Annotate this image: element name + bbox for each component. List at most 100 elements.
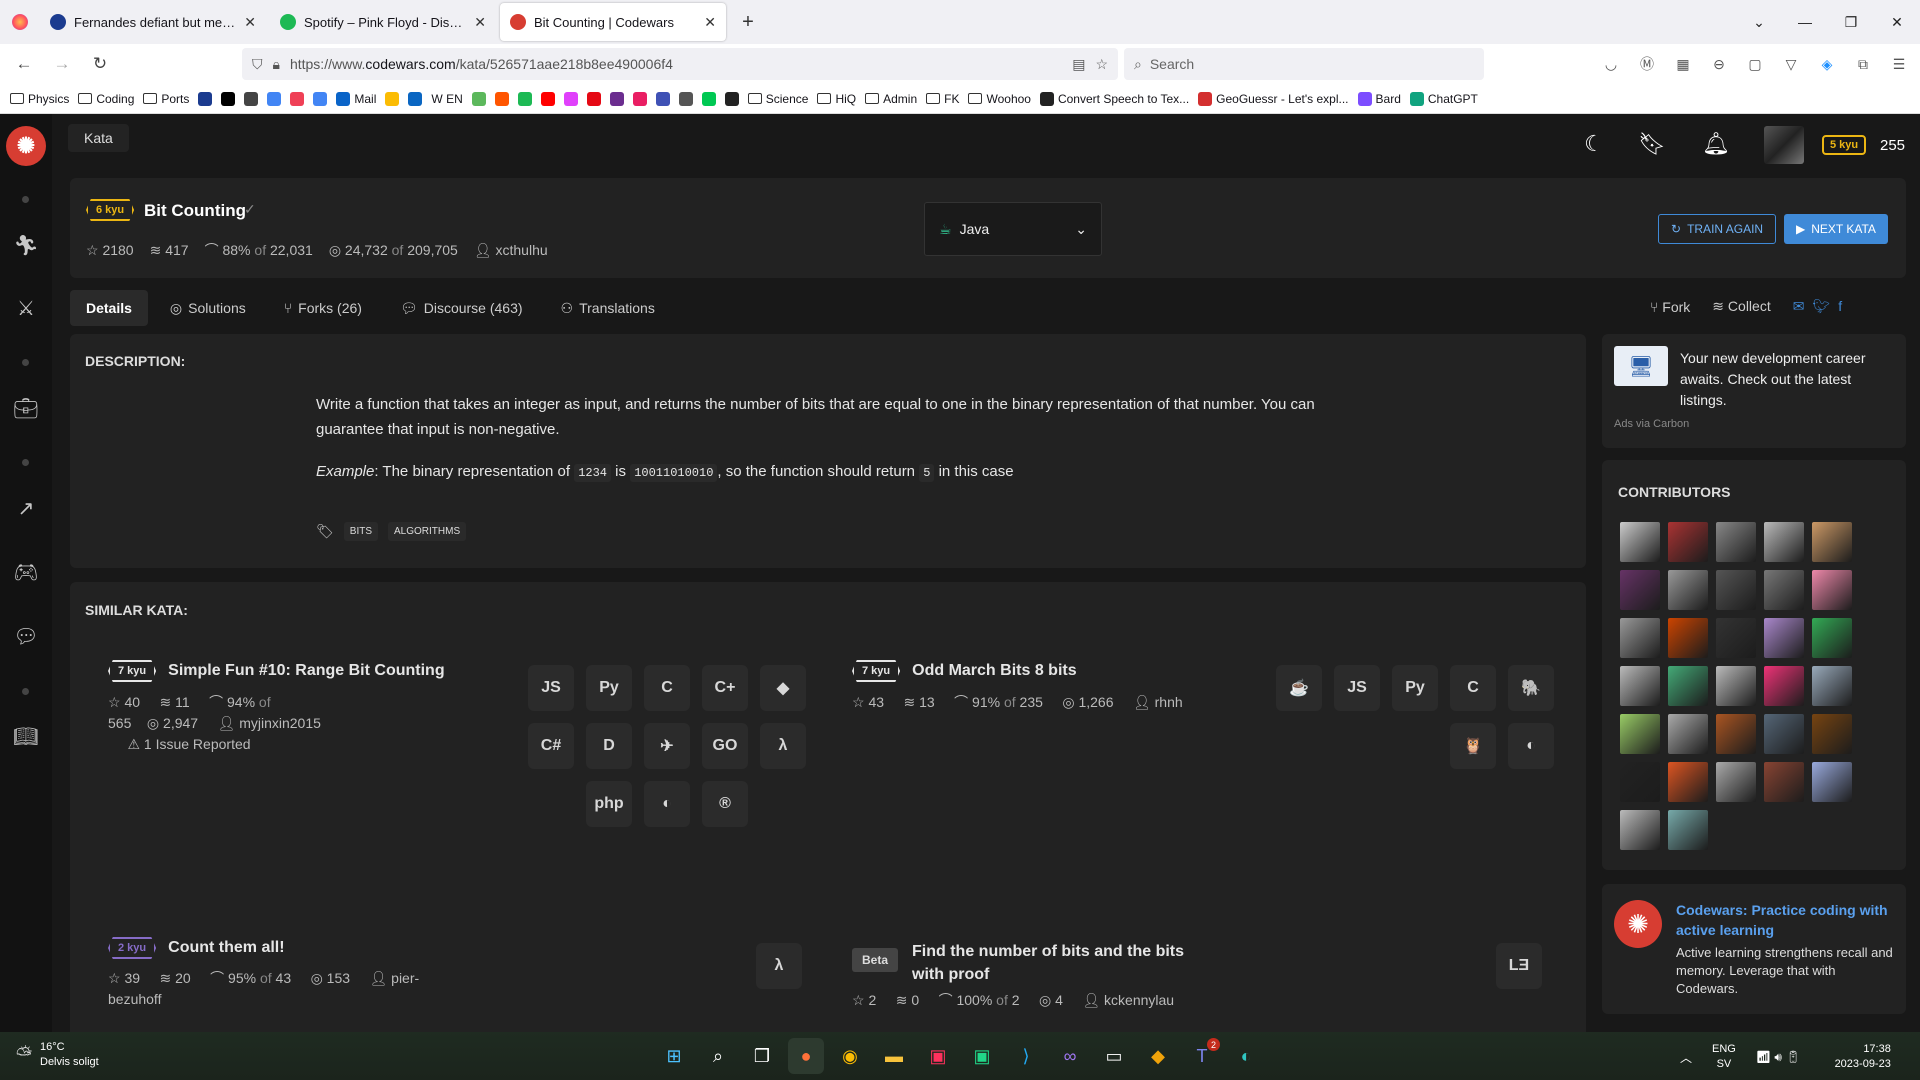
contributor-avatar[interactable] (1764, 762, 1804, 802)
task-view-icon[interactable]: ❐ (744, 1038, 780, 1074)
bookmark-item[interactable]: Ports (143, 92, 189, 106)
bookmark-item[interactable] (408, 91, 423, 106)
language-icon[interactable]: λ (756, 943, 802, 989)
bookmark-item[interactable]: Coding (78, 92, 134, 106)
contributor-avatar[interactable] (1668, 810, 1708, 850)
contributor-avatar[interactable] (1620, 522, 1660, 562)
language-icon[interactable]: C (644, 665, 690, 711)
taskbar-search-icon[interactable]: ⌕ (700, 1038, 736, 1074)
twitter-icon[interactable]: 🐦︎ (1812, 298, 1830, 315)
bookmark-item[interactable]: Mail (336, 91, 376, 106)
language-icon[interactable]: 🐘 (1508, 665, 1554, 711)
user-avatar[interactable] (1764, 126, 1804, 164)
back-icon[interactable]: ← (8, 48, 40, 80)
language-icon[interactable]: C+ (702, 665, 748, 711)
browser-tab-codewars[interactable]: Bit Counting | Codewars ✕ (500, 3, 726, 41)
browser-tab-facebook[interactable]: Fernandes defiant but mess in M ✕ (40, 3, 266, 41)
firefox-menu-icon[interactable] (0, 0, 40, 44)
language-icon[interactable]: Py (586, 665, 632, 711)
bookmark-item[interactable]: Admin (865, 92, 917, 106)
bookmark-item[interactable] (655, 91, 670, 106)
contributor-avatar[interactable] (1716, 762, 1756, 802)
contributor-avatar[interactable] (1620, 666, 1660, 706)
notifications-bell-icon[interactable]: 🔔︎ (1700, 128, 1732, 160)
language-icon[interactable]: ☕ (1276, 665, 1322, 711)
contributor-avatar[interactable] (1812, 570, 1852, 610)
language-icon[interactable]: JS (1334, 665, 1380, 711)
bookmark-item[interactable] (313, 91, 328, 106)
tag-algorithms[interactable]: ALGORITHMS (388, 522, 467, 541)
contributor-avatar[interactable] (1620, 810, 1660, 850)
menu-icon[interactable]: ☰ (1886, 51, 1912, 77)
bookmark-item[interactable] (586, 91, 601, 106)
extension-icon[interactable]: ▦ (1670, 51, 1696, 77)
bookmark-item[interactable]: HiQ (817, 92, 856, 106)
contributor-avatar[interactable] (1620, 714, 1660, 754)
similar-kata-title-row[interactable]: Beta Find the number of bits and the bit… (852, 940, 1192, 986)
discussion-icon[interactable]: 💬︎ (12, 622, 40, 650)
shield-icon[interactable]: ⛉ (252, 56, 263, 73)
contributor-avatar[interactable] (1716, 666, 1756, 706)
bookmark-item[interactable]: GeoGuessr - Let's expl... (1198, 91, 1349, 106)
bookmark-item[interactable]: Physics (10, 92, 69, 106)
codewars-logo-icon[interactable]: ✺ (6, 126, 46, 166)
contributor-avatar[interactable] (1812, 666, 1852, 706)
teams-icon[interactable]: T2 (1184, 1038, 1220, 1074)
contributor-avatar[interactable] (1812, 762, 1852, 802)
bookmark-item[interactable] (221, 91, 236, 106)
extension-icon[interactable]: ⊖ (1706, 51, 1732, 77)
similar-kata-title-row[interactable]: 7 kyu Simple Fun #10: Range Bit Counting (108, 660, 445, 682)
contributor-avatar[interactable] (1620, 762, 1660, 802)
contributor-avatar[interactable] (1716, 714, 1756, 754)
contributor-avatar[interactable] (1668, 618, 1708, 658)
bookmark-item[interactable]: FK (926, 92, 959, 106)
promo-title[interactable]: Codewars: Practice coding with active le… (1676, 900, 1896, 940)
restore-icon[interactable]: ❐ (1828, 0, 1874, 44)
url-text[interactable]: https://www.codewars.com/kata/526571aae2… (290, 56, 1062, 72)
author-name[interactable]: kckennylau (1104, 992, 1174, 1008)
extension-icon[interactable]: ▽ (1778, 51, 1804, 77)
language-icon[interactable]: ◐ (1508, 723, 1554, 769)
language-icon[interactable]: ◆ (760, 665, 806, 711)
language-icon[interactable]: 🦉 (1450, 723, 1496, 769)
tag-bits[interactable]: BITS (343, 522, 379, 541)
contributor-avatar[interactable] (1668, 522, 1708, 562)
contributor-avatar[interactable] (1668, 570, 1708, 610)
list-tabs-icon[interactable]: ⌄ (1736, 0, 1782, 44)
contributor-avatar[interactable] (1716, 522, 1756, 562)
bookmark-item[interactable] (244, 91, 259, 106)
pocket-icon[interactable]: ◡ (1598, 51, 1624, 77)
language-icon[interactable]: ◐ (644, 781, 690, 827)
minimize-icon[interactable]: — (1782, 0, 1828, 44)
bookmark-item[interactable]: Convert Speech to Tex... (1039, 91, 1189, 106)
next-kata-button[interactable]: ▶ NEXT KATA (1784, 214, 1888, 244)
similar-kata-title-row[interactable]: 7 kyu Odd March Bits 8 bits (852, 660, 1077, 682)
tab-details[interactable]: Details (70, 290, 148, 326)
language-icon[interactable]: JS (528, 665, 574, 711)
jobs-briefcase-icon[interactable]: 💼︎ (12, 394, 40, 422)
visual-studio-icon[interactable]: ∞ (1052, 1038, 1088, 1074)
bookmark-item[interactable] (609, 91, 624, 106)
extension-icon[interactable]: ◈ (1814, 51, 1840, 77)
docs-book-icon[interactable]: 📖︎ (12, 722, 40, 750)
reload-icon[interactable]: ↻ (84, 48, 116, 80)
train-again-button[interactable]: ↻ TRAIN AGAIN (1658, 214, 1777, 244)
git-icon[interactable]: ◆ (1140, 1038, 1176, 1074)
intellij-icon[interactable]: ▣ (920, 1038, 956, 1074)
discord-icon[interactable]: 🎮︎ (12, 558, 40, 586)
forward-icon[interactable]: → (46, 48, 78, 80)
bookmark-item[interactable]: W EN (431, 92, 462, 106)
author-name[interactable]: rhnh (1155, 694, 1183, 710)
leaderboard-icon[interactable]: ↗ (12, 494, 40, 522)
language-icon[interactable]: D (586, 723, 632, 769)
pycharm-icon[interactable]: ▣ (964, 1038, 1000, 1074)
contributor-avatar[interactable] (1812, 714, 1852, 754)
facebook-icon[interactable]: f (1838, 298, 1842, 315)
terminal-icon[interactable]: ▭ (1096, 1038, 1132, 1074)
language-icon[interactable]: Py (1392, 665, 1438, 711)
bookmark-item[interactable]: Bard (1357, 91, 1401, 106)
contributor-avatar[interactable] (1812, 522, 1852, 562)
tab-translations[interactable]: ⚇ Translations (545, 290, 671, 326)
vscode-icon[interactable]: ⟩ (1008, 1038, 1044, 1074)
language-icon[interactable]: GO (702, 723, 748, 769)
